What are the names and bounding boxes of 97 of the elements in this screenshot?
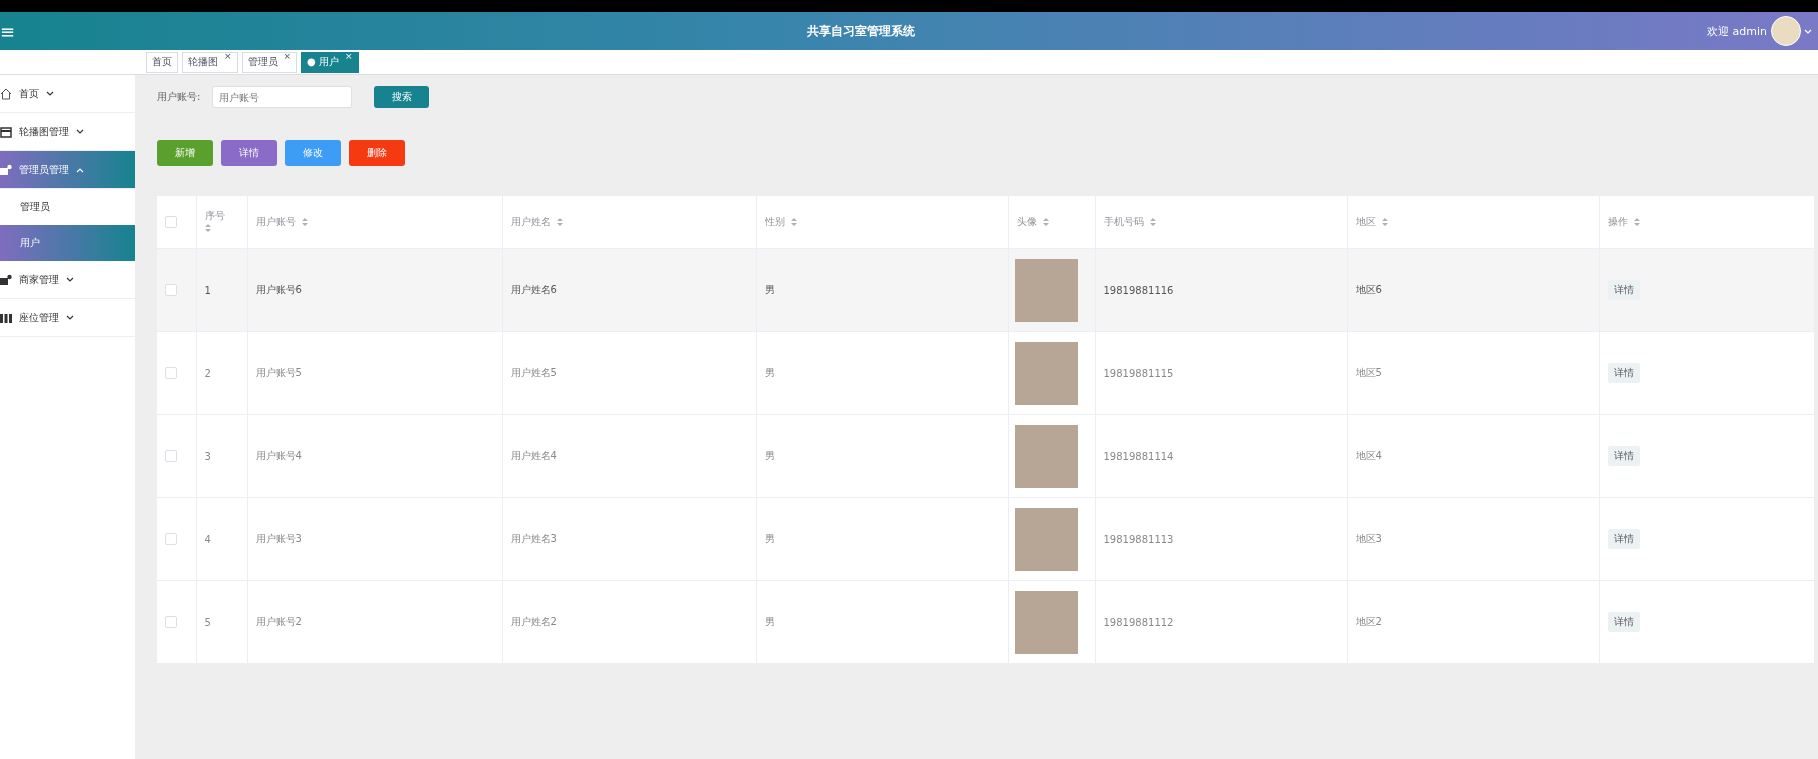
table-cell: 地区5 (1355, 367, 1382, 378)
sidebar-item[interactable]: 座位管理 (0, 299, 135, 337)
image-icon (0, 125, 12, 138)
sort-icon[interactable] (1381, 217, 1388, 227)
table-cell: 1 (204, 284, 211, 296)
photo-placeholder (1014, 258, 1078, 322)
sidebar-item[interactable]: 首页 (0, 75, 135, 113)
details-button[interactable]: 详情 (1607, 280, 1640, 300)
avatar-icon[interactable] (1771, 16, 1801, 46)
sort-icon[interactable] (1149, 217, 1156, 227)
tab[interactable]: ● 用户 × (301, 51, 359, 73)
table-cell: 19819881114 (1103, 450, 1174, 462)
users-icon (0, 163, 12, 176)
row-checkbox[interactable] (165, 284, 177, 296)
sort-icon[interactable] (1633, 217, 1640, 227)
sort-icon[interactable] (1042, 217, 1049, 227)
photo-placeholder (1014, 424, 1078, 488)
select-all-checkbox[interactable] (165, 216, 177, 228)
table-cell: 男 (764, 616, 775, 627)
column-header[interactable]: 性别 (764, 215, 785, 229)
menu-icon[interactable]: ≡ (0, 20, 14, 42)
photo-placeholder (1014, 341, 1078, 405)
table-cell: 用户姓名3 (510, 533, 557, 544)
table-cell: 5 (204, 616, 211, 628)
caret-icon (46, 90, 54, 97)
close-icon[interactable]: × (345, 50, 353, 61)
sort-icon[interactable] (301, 217, 308, 227)
tab[interactable]: 管理员 × (241, 51, 298, 73)
users-icon (0, 273, 12, 286)
caret-icon (1804, 28, 1812, 35)
column-header[interactable]: 用户姓名 (510, 215, 551, 229)
column-header[interactable]: 用户账号 (255, 215, 296, 229)
table-cell: 地区3 (1355, 533, 1382, 544)
table-cell: 地区6 (1355, 284, 1382, 295)
action-button[interactable]: 修改 (285, 140, 341, 166)
search-button[interactable]: 搜索 (374, 86, 430, 108)
caret-icon (76, 166, 84, 173)
action-button[interactable]: 删除 (349, 140, 405, 166)
column-header[interactable]: 地区 (1355, 215, 1376, 229)
table-cell: 用户账号6 (255, 284, 302, 295)
home-icon (0, 87, 12, 100)
search-label: 用户账号: (157, 90, 201, 104)
sort-icon[interactable] (204, 223, 211, 233)
details-button[interactable]: 详情 (1607, 363, 1640, 383)
sort-icon[interactable] (790, 217, 797, 227)
sidebar-item[interactable]: 管理员管理 (0, 151, 135, 189)
details-button[interactable]: 详情 (1607, 612, 1640, 632)
sidebar-subitem[interactable]: 管理员 (0, 189, 135, 225)
table-cell: 地区4 (1355, 450, 1382, 461)
table-cell: 4 (204, 533, 211, 545)
row-checkbox[interactable] (165, 367, 177, 379)
row-checkbox[interactable] (165, 616, 177, 628)
table-cell: 3 (204, 450, 211, 462)
table-cell: 男 (764, 284, 775, 295)
caret-icon (66, 276, 74, 283)
welcome-text: 欢迎 admin (1707, 23, 1767, 39)
table-cell: 地区2 (1355, 616, 1382, 627)
table-cell: 2 (204, 367, 211, 379)
table-cell: 用户姓名4 (510, 450, 557, 461)
table-cell: 男 (764, 533, 775, 544)
table-cell: 用户账号3 (255, 533, 302, 544)
search-field[interactable]: 用户账号 (212, 86, 353, 108)
action-button[interactable]: 新增 (157, 140, 213, 166)
caret-icon (66, 314, 74, 321)
table-cell: 用户姓名6 (510, 284, 557, 295)
table-cell: 用户账号4 (255, 450, 302, 461)
table-cell: 19819881113 (1103, 533, 1174, 545)
row-checkbox[interactable] (165, 533, 177, 545)
sidebar-item[interactable]: 商家管理 (0, 261, 135, 299)
table-cell: 用户姓名2 (510, 616, 557, 627)
tab[interactable]: 首页 (146, 51, 178, 73)
column-header[interactable]: 头像 (1016, 215, 1037, 229)
table-cell: 用户账号5 (255, 367, 302, 378)
table-cell: 19819881116 (1103, 284, 1174, 296)
table-cell: 19819881115 (1103, 367, 1174, 379)
details-button[interactable]: 详情 (1607, 529, 1640, 549)
columns-icon (0, 311, 12, 324)
details-button[interactable]: 详情 (1607, 446, 1640, 466)
column-header[interactable]: 手机号码 (1103, 215, 1144, 229)
close-icon[interactable]: × (224, 50, 232, 61)
column-header[interactable]: 操作 (1607, 215, 1628, 229)
table-cell: 用户账号2 (255, 616, 302, 627)
close-icon[interactable]: × (283, 50, 292, 61)
table-cell: 用户姓名5 (510, 367, 557, 378)
app-title: 共享自习室管理系统 (805, 22, 916, 40)
sidebar-subitem[interactable]: 用户 (0, 225, 135, 261)
table-cell: 19819881112 (1103, 616, 1174, 628)
row-checkbox[interactable] (165, 450, 177, 462)
tab[interactable]: 轮播图 × (182, 51, 238, 73)
table-cell: 男 (764, 450, 775, 461)
column-header[interactable]: 序号 (204, 209, 239, 223)
table-cell: 男 (764, 367, 775, 378)
action-button[interactable]: 详情 (221, 140, 277, 166)
photo-placeholder (1014, 590, 1078, 654)
caret-icon (76, 128, 84, 135)
sort-icon[interactable] (556, 217, 563, 227)
photo-placeholder (1014, 507, 1078, 571)
